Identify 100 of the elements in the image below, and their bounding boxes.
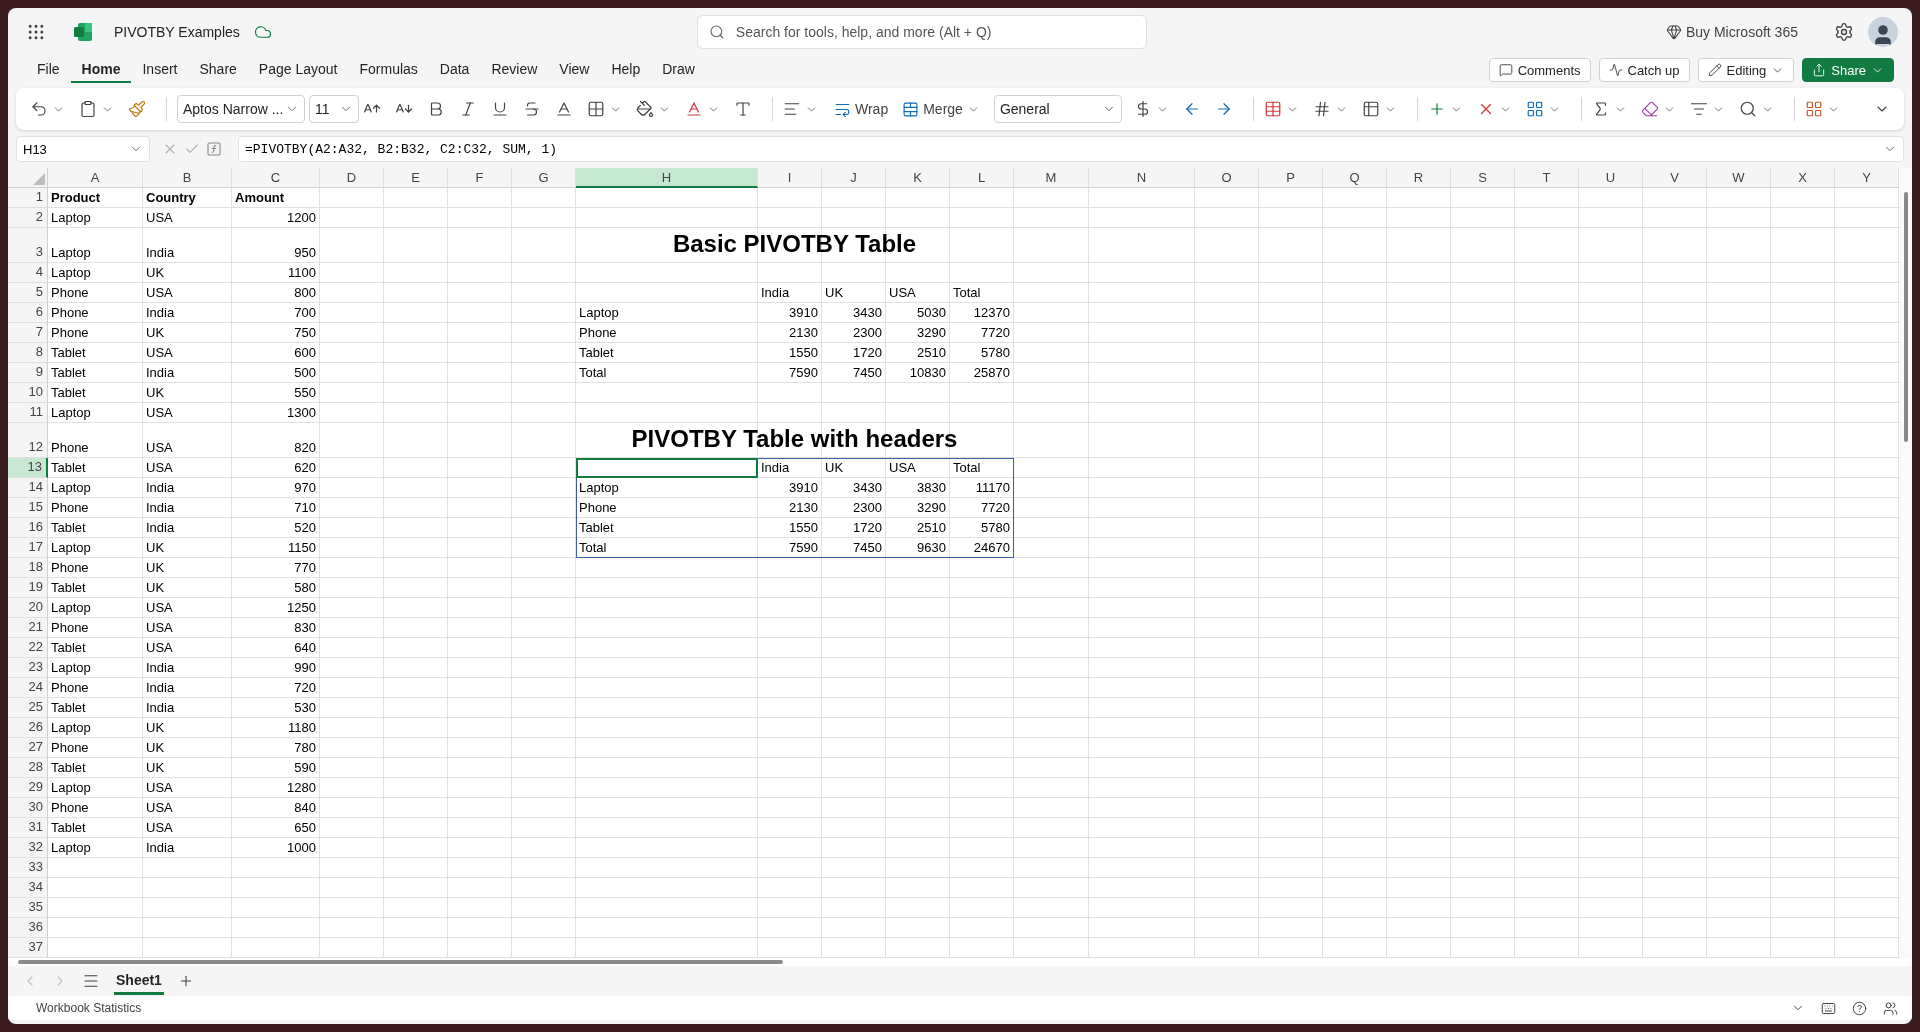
menu-tab[interactable]: Home [70, 57, 132, 83]
font-size-select[interactable]: 11 [309, 95, 359, 123]
italic-icon[interactable] [459, 100, 477, 118]
column-header[interactable]: V [1643, 168, 1707, 188]
row-header[interactable]: 12 [8, 423, 48, 458]
row-header[interactable]: 19 [8, 578, 48, 598]
menu-tab[interactable]: Page Layout [247, 57, 349, 83]
fill-color-icon[interactable] [636, 100, 654, 118]
column-header[interactable]: T [1515, 168, 1579, 188]
editing-button[interactable]: Editing [1697, 58, 1795, 82]
menu-tab[interactable]: View [548, 57, 601, 83]
row-header[interactable]: 1 [8, 188, 48, 208]
menu-tab[interactable]: Share [188, 57, 248, 83]
row-header[interactable]: 24 [8, 678, 48, 698]
column-header[interactable]: E [384, 168, 448, 188]
row-header[interactable]: 28 [8, 758, 48, 778]
column-header[interactable]: X [1771, 168, 1835, 188]
row-header[interactable]: 23 [8, 658, 48, 678]
column-header[interactable]: Q [1323, 168, 1387, 188]
format-as-table-icon[interactable] [1312, 100, 1331, 118]
wrap-button[interactable]: Wrap [832, 98, 891, 120]
search-field[interactable]: Search for tools, help, and more (Alt + Q) [696, 15, 1147, 49]
underline-icon[interactable] [491, 100, 509, 118]
number-format-select[interactable]: General [993, 95, 1122, 123]
horizontal-scrollbar[interactable] [8, 958, 1912, 966]
format-painter-icon[interactable] [128, 100, 146, 118]
row-header[interactable]: 36 [8, 918, 48, 938]
menu-icon[interactable] [82, 972, 100, 990]
row-header[interactable]: 4 [8, 263, 48, 283]
eraser-icon[interactable] [1640, 100, 1659, 118]
merge-button[interactable]: Merge [900, 98, 982, 120]
row-header[interactable]: 26 [8, 718, 48, 738]
row-header[interactable]: 31 [8, 818, 48, 838]
add-ins-icon[interactable] [1804, 100, 1823, 118]
column-header[interactable]: A [48, 168, 143, 188]
settings-icon[interactable] [1834, 22, 1854, 42]
column-header[interactable]: N [1089, 168, 1195, 188]
vertical-scrollbar[interactable] [1900, 168, 1912, 958]
row-header[interactable]: 15 [8, 498, 48, 518]
row-header[interactable]: 20 [8, 598, 48, 618]
row-header[interactable]: 10 [8, 383, 48, 403]
menu-tab[interactable]: Data [428, 57, 481, 83]
column-header[interactable]: J [822, 168, 886, 188]
row-header[interactable]: 22 [8, 638, 48, 658]
column-header[interactable]: K [886, 168, 950, 188]
row-header[interactable]: 7 [8, 323, 48, 343]
column-header[interactable]: H [576, 168, 758, 188]
column-header[interactable]: L [950, 168, 1014, 188]
search-icon[interactable] [1738, 100, 1757, 118]
column-header[interactable]: D [320, 168, 384, 188]
row-header[interactable]: 13 [8, 458, 48, 478]
row-header[interactable]: 6 [8, 303, 48, 323]
row-header[interactable]: 11 [8, 403, 48, 423]
row-header[interactable]: 2 [8, 208, 48, 228]
column-header[interactable]: S [1451, 168, 1515, 188]
menu-tab[interactable]: Review [480, 57, 549, 83]
strikethrough-icon[interactable] [523, 100, 541, 118]
column-header[interactable]: W [1707, 168, 1771, 188]
row-header[interactable]: 21 [8, 618, 48, 638]
conditional-formatting-icon[interactable] [1263, 100, 1282, 118]
menu-tab[interactable]: Insert [131, 57, 189, 83]
font-select[interactable]: Aptos Narrow ... [177, 95, 305, 123]
text-effects-icon[interactable] [734, 100, 752, 118]
row-header[interactable]: 25 [8, 698, 48, 718]
row-header[interactable]: 37 [8, 938, 48, 958]
align-icon[interactable] [783, 100, 801, 118]
column-header[interactable]: G [512, 168, 576, 188]
font-color-icon[interactable] [685, 100, 703, 118]
column-header[interactable]: M [1014, 168, 1089, 188]
row-header[interactable]: 29 [8, 778, 48, 798]
menu-tab[interactable]: Formulas [348, 57, 429, 83]
cloud-icon[interactable] [253, 23, 272, 41]
column-header[interactable]: U [1579, 168, 1643, 188]
row-header[interactable]: 18 [8, 558, 48, 578]
help-icon[interactable] [1852, 1000, 1867, 1016]
row-header[interactable]: 33 [8, 858, 48, 878]
row-header[interactable]: 35 [8, 898, 48, 918]
menu-tab[interactable]: Help [600, 57, 652, 83]
column-header[interactable]: R [1387, 168, 1451, 188]
paste-icon[interactable] [79, 100, 97, 118]
double-underline-icon[interactable] [555, 100, 573, 118]
workbook-statistics[interactable]: Workbook Statistics [36, 1001, 142, 1015]
avatar[interactable] [1868, 17, 1898, 47]
row-header[interactable]: 8 [8, 343, 48, 363]
column-header[interactable]: I [758, 168, 822, 188]
undo-icon[interactable] [30, 100, 48, 118]
catchup-button[interactable]: Catch up [1598, 58, 1690, 82]
formula-field[interactable]: =PIVOTBY(A2:A32, B2:B32, C2:C32, SUM, 1) [238, 136, 1904, 162]
row-header[interactable]: 3 [8, 228, 48, 263]
comments-button[interactable]: Comments [1488, 58, 1591, 82]
format-cells-icon[interactable] [1525, 100, 1544, 118]
insert-function-icon[interactable] [206, 141, 222, 157]
row-header[interactable]: 17 [8, 538, 48, 558]
app-launcher-icon[interactable] [26, 22, 46, 42]
row-header[interactable]: 16 [8, 518, 48, 538]
borders-icon[interactable] [587, 100, 605, 118]
menu-tab[interactable]: File [26, 57, 71, 83]
cell-styles-icon[interactable] [1361, 100, 1380, 118]
column-header[interactable]: B [143, 168, 232, 188]
column-header[interactable]: Y [1835, 168, 1899, 188]
